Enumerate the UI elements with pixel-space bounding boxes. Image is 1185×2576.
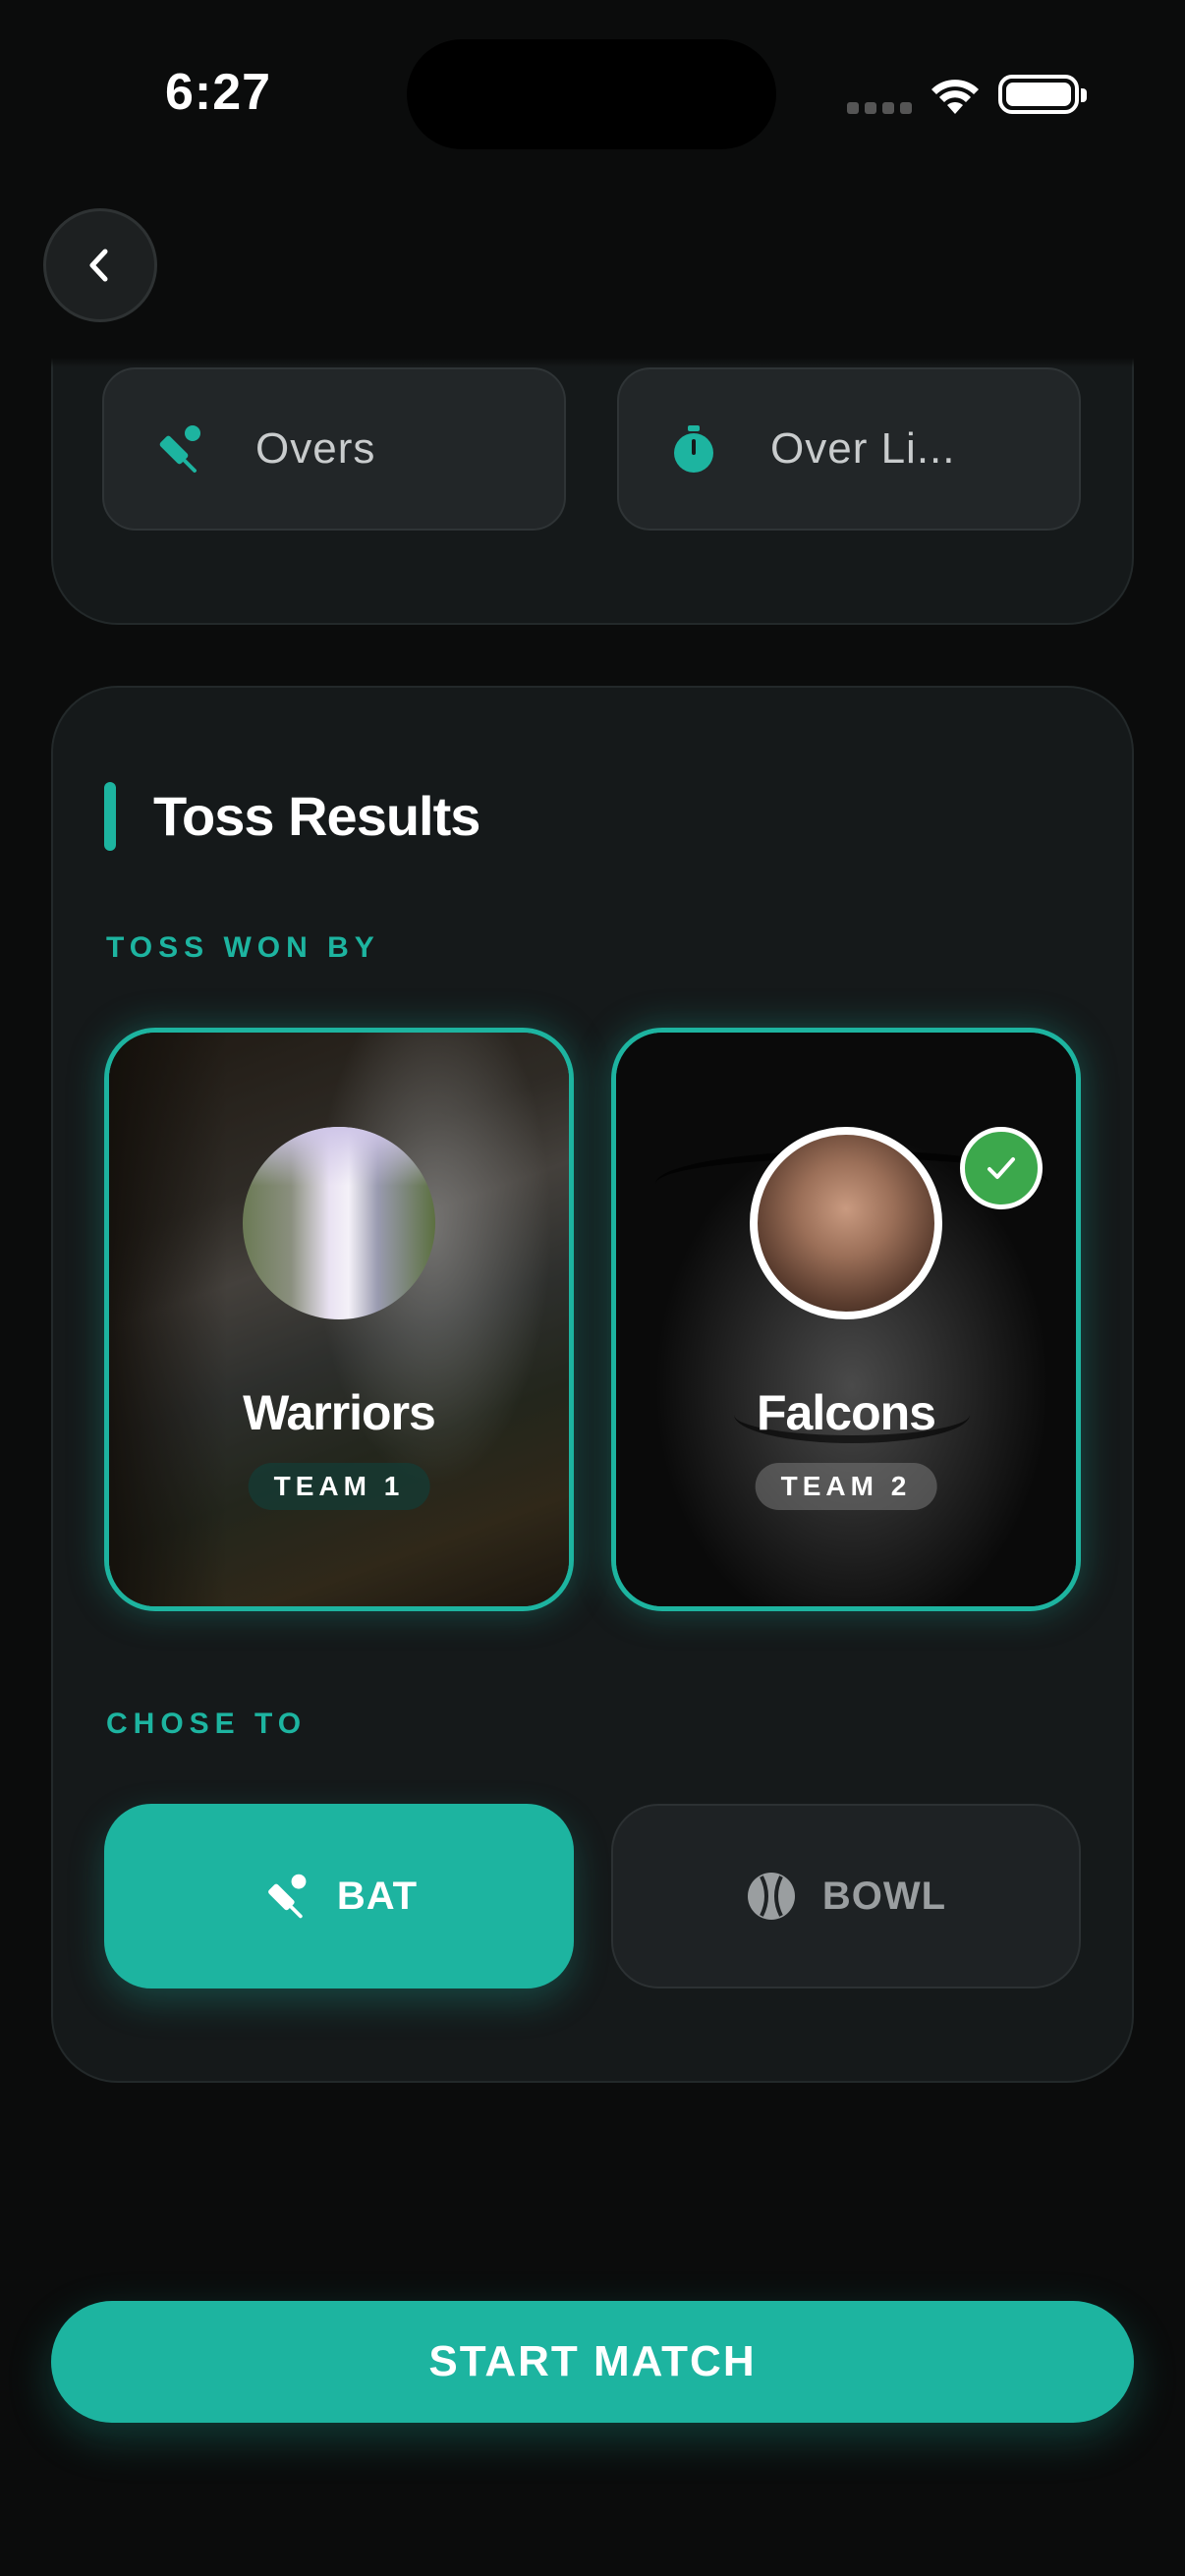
cellular-signal-icon <box>847 102 912 114</box>
over-limit-field[interactable]: Over Li... <box>617 367 1081 531</box>
dynamic-island <box>407 39 776 149</box>
team-card-warriors[interactable]: Warriors TEAM 1 <box>104 1028 574 1611</box>
bowl-button[interactable]: BOWL <box>611 1804 1081 1988</box>
chose-to-label: CHOSE TO <box>106 1708 308 1740</box>
toss-won-by-label: TOSS WON BY <box>106 931 380 964</box>
team-card-falcons[interactable]: Falcons TEAM 2 <box>611 1028 1081 1611</box>
battery-icon <box>998 75 1087 114</box>
scroll-fade <box>0 358 1185 367</box>
back-chevron-icon <box>89 249 108 282</box>
cricket-ball-icon <box>747 1873 795 1920</box>
checkmark-icon <box>988 1157 1015 1179</box>
toss-results-title: Toss Results <box>153 785 480 847</box>
status-time: 6:27 <box>165 64 272 121</box>
bat-label: BAT <box>336 1874 419 1918</box>
team-avatar <box>750 1127 942 1319</box>
back-button[interactable] <box>43 208 157 322</box>
section-accent-bar <box>104 782 116 851</box>
selected-badge <box>960 1127 1043 1209</box>
wifi-icon <box>931 80 979 114</box>
team-tag: TEAM 2 <box>755 1463 937 1510</box>
cricket-bat-icon <box>267 1874 307 1919</box>
over-limit-label: Over Li... <box>770 424 956 473</box>
cricket-bat-icon <box>149 420 208 478</box>
team-name: Warriors <box>243 1385 436 1440</box>
status-bar: 6:27 <box>0 0 1185 196</box>
card-overlay <box>109 1033 569 1606</box>
team-avatar <box>243 1127 435 1319</box>
team-banner-image <box>616 1033 1076 1606</box>
overs-field[interactable]: Overs <box>102 367 566 531</box>
team-tag: TEAM 1 <box>248 1463 430 1510</box>
bowl-label: BOWL <box>821 1874 947 1918</box>
stopwatch-icon <box>664 420 723 478</box>
overs-label: Overs <box>255 424 376 473</box>
bat-button[interactable]: BAT <box>104 1804 574 1988</box>
start-match-button[interactable]: START MATCH <box>51 2301 1134 2423</box>
team-name: Falcons <box>757 1385 936 1440</box>
